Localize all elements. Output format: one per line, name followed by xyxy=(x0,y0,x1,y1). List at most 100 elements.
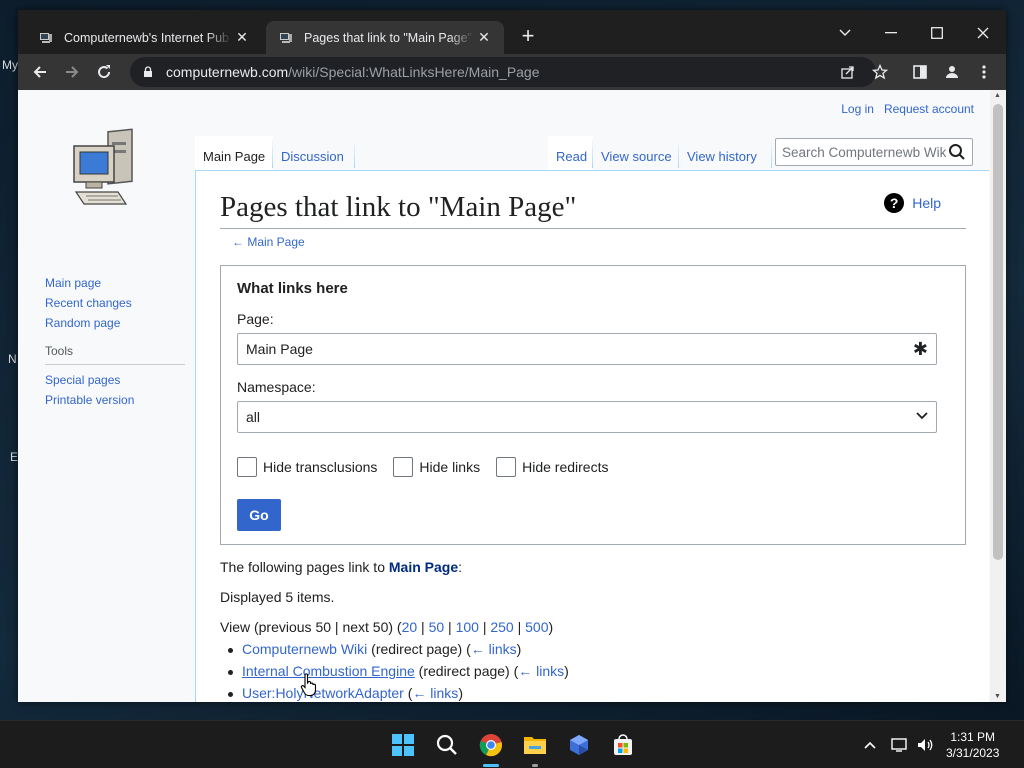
sidebar-item-recent-changes[interactable]: Recent changes xyxy=(45,296,185,310)
reload-icon[interactable] xyxy=(90,58,118,86)
result-links-link[interactable]: ← links xyxy=(412,685,458,701)
help-label: Help xyxy=(912,195,941,211)
result-close: ) xyxy=(458,685,463,701)
windows-start-icon[interactable] xyxy=(387,729,419,761)
search-icon[interactable] xyxy=(948,143,966,161)
side-panel-icon[interactable] xyxy=(906,58,934,86)
list-item: Computernewb Wiki (redirect page) (← lin… xyxy=(228,641,965,657)
back-arrow-icon[interactable] xyxy=(26,58,54,86)
tab-view-source-label: View source xyxy=(601,149,672,164)
vertical-scrollbar[interactable]: ▲ ▼ xyxy=(990,90,1006,702)
tab-search-icon[interactable] xyxy=(830,18,860,48)
limit-250-link[interactable]: 250 xyxy=(490,619,513,635)
taskbar-search-icon[interactable] xyxy=(431,729,463,761)
result-links-link[interactable]: ← links xyxy=(518,663,564,679)
backlink: ← Main Page xyxy=(232,235,965,249)
list-item: User:HolyNetworkAdapter (← links) xyxy=(228,685,965,701)
tab-discussion[interactable]: Discussion xyxy=(273,136,355,170)
tab-main-page-label: Main Page xyxy=(203,149,266,164)
page-viewport: Log in Request account Main page Recent … xyxy=(18,90,1006,702)
show-hidden-icons-chevron-up-icon[interactable] xyxy=(854,729,886,761)
search-input[interactable]: Search Computernewb Wiki xyxy=(775,138,973,166)
hide-links-label[interactable]: Hide links xyxy=(419,459,480,475)
result-page-link[interactable]: Internal Combustion Engine xyxy=(242,663,415,679)
page-field[interactable]: Main Page ✱ xyxy=(237,333,937,365)
sidebar-item-random-page[interactable]: Random page xyxy=(45,316,185,330)
main-content: Pages that link to "Main Page" ? Help ← … xyxy=(195,170,989,702)
browser-tab-inactive[interactable]: Computernewb's Internet Pub Hub ✕ xyxy=(26,21,262,54)
browser-tab-active[interactable]: Pages that link to "Main Page" - Compute… xyxy=(266,21,504,54)
limit-20-link[interactable]: 20 xyxy=(402,619,418,635)
minimize-icon[interactable] xyxy=(876,18,906,48)
hide-links-checkbox[interactable] xyxy=(393,457,414,477)
page-field-label: Page: xyxy=(237,311,274,327)
login-link[interactable]: Log in xyxy=(841,102,874,116)
url-host: computernewb.com xyxy=(166,64,289,80)
bing-app-icon[interactable] xyxy=(563,729,595,761)
bookmark-star-icon[interactable] xyxy=(866,58,894,86)
forward-arrow-icon[interactable] xyxy=(58,58,86,86)
go-button[interactable]: Go xyxy=(237,499,281,531)
desktop-icon-label[interactable]: N xyxy=(8,352,17,366)
browser-toolbar: computernewb.com/wiki/Special:WhatLinksH… xyxy=(18,54,1006,90)
result-page-link[interactable]: Computernewb Wiki xyxy=(242,641,367,657)
close-tab-icon[interactable]: ✕ xyxy=(232,28,252,48)
chrome-icon[interactable] xyxy=(475,729,507,767)
microsoft-store-icon[interactable] xyxy=(607,729,639,761)
tab-view-history[interactable]: View history xyxy=(679,136,772,170)
hide-transclusions-label[interactable]: Hide transclusions xyxy=(263,459,377,475)
sidebar-item-special-pages[interactable]: Special pages xyxy=(45,373,185,387)
sidebar-item-main-page[interactable]: Main page xyxy=(45,276,185,290)
namespace-select[interactable]: all xyxy=(237,401,937,433)
limit-500-link[interactable]: 500 xyxy=(525,619,548,635)
backlink-main-page[interactable]: ← Main Page xyxy=(232,235,305,249)
following-prefix: The following pages link to xyxy=(220,559,389,575)
maximize-icon[interactable] xyxy=(922,18,952,48)
pagination-line: View (previous 50 | next 50) (20 | 50 | … xyxy=(220,619,554,635)
file-explorer-icon[interactable] xyxy=(519,729,551,767)
share-icon[interactable] xyxy=(834,58,862,86)
displayed-count: Displayed 5 items. xyxy=(220,589,335,605)
form-legend: What links here xyxy=(237,280,348,297)
clock-date: 3/31/2023 xyxy=(946,746,1000,760)
scroll-down-icon[interactable]: ▼ xyxy=(994,693,1001,700)
menu-kebab-icon[interactable] xyxy=(970,58,998,86)
tab-title: Computernewb's Internet Pub Hub xyxy=(64,30,232,45)
tab-read-label: Read xyxy=(556,149,588,164)
result-page-link[interactable]: User:HolyNetworkAdapter xyxy=(242,685,404,701)
asterisk-icon: ✱ xyxy=(912,339,928,359)
desktop-icon-label[interactable]: E xyxy=(10,450,18,464)
url-path: /wiki/Special:WhatLinksHere/Main_Page xyxy=(288,64,540,80)
profile-icon[interactable] xyxy=(938,58,966,86)
hide-redirects-label[interactable]: Hide redirects xyxy=(522,459,608,475)
limit-100-link[interactable]: 100 xyxy=(456,619,479,635)
tab-title: Pages that link to "Main Page" - Compute… xyxy=(304,30,474,45)
close-tab-icon[interactable]: ✕ xyxy=(474,28,494,48)
limit-50-link[interactable]: 50 xyxy=(429,619,445,635)
hide-transclusions-checkbox[interactable] xyxy=(237,457,257,477)
request-account-link[interactable]: Request account xyxy=(884,102,974,116)
tab-view-history-label: View history xyxy=(687,149,757,164)
help-link[interactable]: ? Help xyxy=(884,193,941,213)
following-pages-text: The following pages link to Main Page: xyxy=(220,559,965,575)
tab-view-source[interactable]: View source xyxy=(593,136,679,170)
sidebar-item-printable-version[interactable]: Printable version xyxy=(45,393,185,407)
result-links-link[interactable]: ← links xyxy=(471,641,517,657)
hide-redirects-checkbox[interactable] xyxy=(496,457,517,477)
namespace-value: all xyxy=(246,409,261,425)
new-tab-button[interactable]: + xyxy=(516,23,540,48)
scrollbar-thumb[interactable] xyxy=(993,104,1003,560)
address-bar[interactable]: computernewb.com/wiki/Special:WhatLinksH… xyxy=(130,57,876,87)
site-logo[interactable] xyxy=(68,128,144,212)
desktop-icon-label[interactable]: My xyxy=(2,58,18,72)
system-clock[interactable]: 1:31 PM 3/31/2023 xyxy=(946,729,999,761)
lock-icon[interactable] xyxy=(138,62,158,82)
tab-main-page[interactable]: Main Page xyxy=(195,136,273,170)
scroll-up-icon[interactable]: ▲ xyxy=(994,92,1001,99)
volume-icon[interactable] xyxy=(910,729,942,761)
result-close: ) xyxy=(564,663,569,679)
tab-read[interactable]: Read xyxy=(548,136,593,170)
close-window-icon[interactable] xyxy=(968,18,998,48)
results-list: Computernewb Wiki (redirect page) (← lin… xyxy=(220,641,965,701)
browser-window: Computernewb's Internet Pub Hub ✕ Pages … xyxy=(18,10,1006,702)
